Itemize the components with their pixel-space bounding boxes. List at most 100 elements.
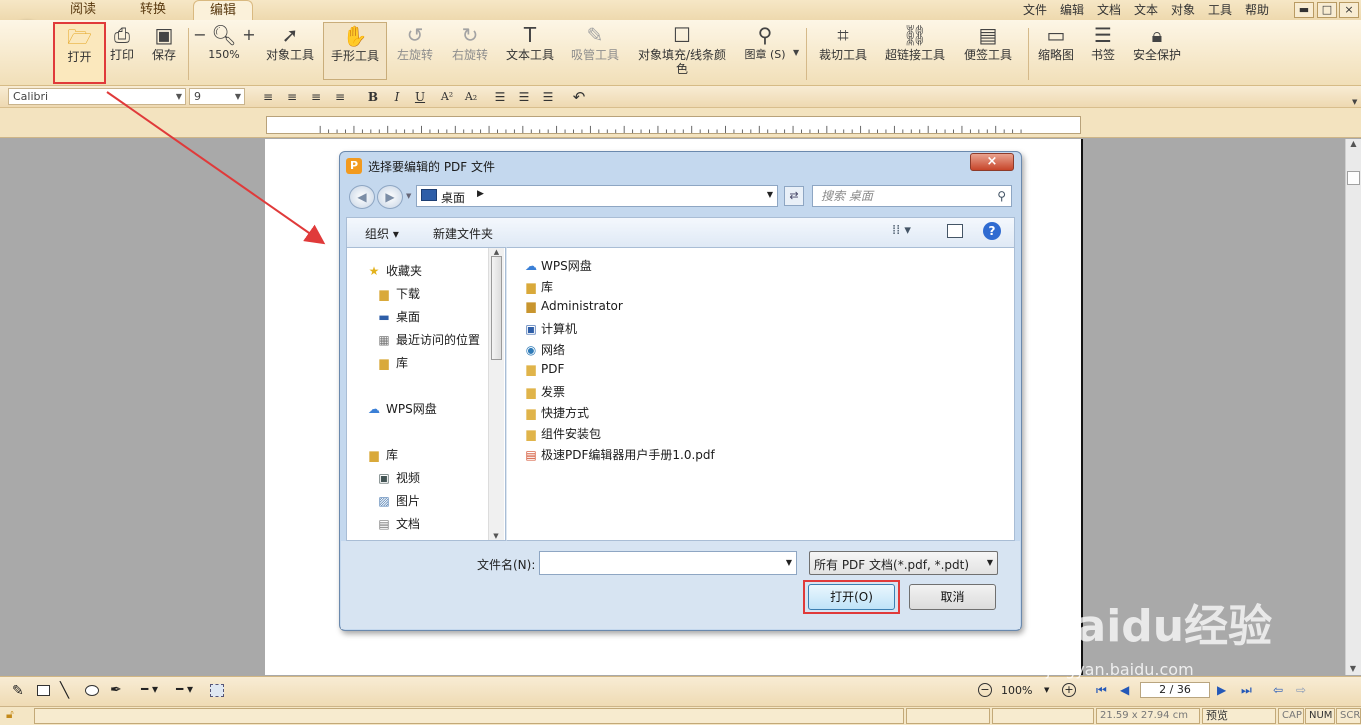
zoom-percent[interactable]: 100% (1001, 684, 1032, 697)
nav-libraries[interactable]: ▆ 库 (366, 446, 398, 463)
menu-document[interactable]: 文档 (1097, 1, 1121, 18)
menu-file[interactable]: 文件 (1023, 1, 1047, 18)
zoom-in-button[interactable]: + (242, 22, 256, 82)
search-input[interactable]: 搜索 桌面 ⚲ (812, 185, 1012, 207)
line-width-select[interactable]: ━ ▾ (176, 682, 193, 696)
italic-button[interactable]: I (388, 88, 406, 106)
address-bar[interactable]: 桌面 ▶ ▼ (416, 185, 778, 207)
nav-downloads[interactable]: ▆ 下载 (376, 285, 420, 302)
vertical-scrollbar[interactable]: ▲ ▼ (1345, 139, 1361, 675)
nav-videos[interactable]: ▣ 视频 (376, 469, 420, 486)
line-icon[interactable]: ╲ (60, 681, 69, 699)
page-number-input[interactable]: 2 / 36 (1140, 682, 1210, 698)
security-button[interactable]: 🔒︎ 安全保护 (1132, 22, 1182, 82)
last-page-icon[interactable]: ⏭ (1241, 683, 1252, 698)
menu-object[interactable]: 对象 (1171, 1, 1195, 18)
new-folder-button[interactable]: 新建文件夹 (433, 225, 493, 242)
rotate-left-button[interactable]: ↺ 左旋转 (394, 22, 436, 82)
scroll-thumb[interactable] (1347, 171, 1360, 185)
forward-button[interactable]: ▶ (377, 185, 403, 209)
file-item[interactable]: ◉ 网络 (523, 341, 565, 358)
scroll-down-icon[interactable]: ▼ (1346, 664, 1360, 673)
nav-favorites[interactable]: ★ 收藏夹 (366, 262, 422, 279)
underline-button[interactable]: U (411, 88, 429, 106)
zoom-out-button[interactable]: − (193, 22, 207, 82)
pen-icon[interactable]: ✒ (110, 682, 122, 698)
thumbnail-button[interactable]: ▭ 缩略图 (1036, 22, 1076, 82)
align-center-button[interactable]: ≡ (283, 88, 301, 106)
nav-library[interactable]: ▆ 库 (376, 354, 408, 371)
prev-page-icon[interactable]: ◀ (1120, 683, 1129, 697)
view-options-icon[interactable]: ⁞⁞ ▾ (892, 223, 911, 238)
crop-tool-button[interactable]: ⌗ 裁切工具 (816, 22, 870, 82)
stamp-dropdown-icon[interactable]: ▼ (793, 48, 799, 57)
align-right-button[interactable]: ≡ (307, 88, 325, 106)
zoom-in-icon[interactable]: + (1062, 683, 1076, 697)
open-button[interactable]: 🗁 打开 (53, 22, 106, 84)
zoom-control[interactable]: 🔍︎ 150% (206, 22, 242, 82)
file-item[interactable]: ▤ 极速PDF编辑器用户手册1.0.pdf (523, 446, 714, 463)
bookmark-button[interactable]: ☰ 书签 (1088, 22, 1118, 82)
hand-tool-button[interactable]: ✋ 手形工具 (323, 22, 387, 80)
file-item[interactable]: ▆ 库 (523, 278, 553, 295)
ellipse-icon[interactable] (85, 685, 99, 696)
back-view-icon[interactable]: ⇦ (1273, 683, 1283, 697)
maximize-button[interactable]: □ (1317, 2, 1337, 18)
object-tool-button[interactable]: ➚ 对象工具 (262, 22, 318, 82)
preview-pane-icon[interactable] (947, 224, 963, 238)
tab-convert[interactable]: 转换 (128, 0, 178, 20)
line-spacing-2-button[interactable]: ☰ (515, 88, 533, 106)
justify-button[interactable]: ≡ (331, 88, 349, 106)
dialog-open-button[interactable]: 打开(O) (808, 584, 895, 610)
chevron-down-icon[interactable]: ▼ (786, 558, 792, 567)
file-item[interactable]: ☁ WPS网盘 (523, 257, 592, 274)
line-spacing-3-button[interactable]: ☰ (539, 88, 557, 106)
history-dropdown-icon[interactable]: ▼ (406, 192, 411, 200)
text-tool-button[interactable]: T 文本工具 (503, 22, 557, 82)
filename-input[interactable]: ▼ (539, 551, 797, 575)
breadcrumb-chevron-icon[interactable]: ▶ (477, 189, 484, 199)
file-item[interactable]: ▆ PDF (523, 362, 564, 376)
dialog-close-button[interactable]: × (970, 153, 1014, 171)
stamp-button[interactable]: ⚲ 图章 (S) (742, 22, 788, 82)
tab-read[interactable]: 阅读 (58, 0, 108, 20)
dialog-cancel-button[interactable]: 取消 (909, 584, 996, 610)
rectangle-icon[interactable] (37, 685, 50, 696)
scroll-up-icon[interactable]: ▲ (1346, 139, 1361, 151)
print-button[interactable]: ⎙ 打印 (107, 22, 137, 82)
file-item[interactable]: ▣ 计算机 (523, 320, 577, 337)
note-tool-button[interactable]: ▤ 便签工具 (962, 22, 1014, 82)
subscript-button[interactable]: A₂ (460, 88, 482, 106)
nav-desktop[interactable]: ▬ 桌面 (376, 308, 420, 325)
next-page-icon[interactable]: ▶ (1217, 683, 1226, 697)
superscript-button[interactable]: A² (436, 88, 458, 106)
address-dropdown-icon[interactable]: ▼ (767, 190, 773, 199)
minimize-button[interactable]: ▬ (1294, 2, 1314, 18)
refresh-button[interactable]: ⇄ (784, 186, 804, 206)
nav-pictures[interactable]: ▨ 图片 (376, 492, 420, 509)
menu-text[interactable]: 文本 (1134, 1, 1158, 18)
menu-help[interactable]: 帮助 (1245, 1, 1269, 18)
organize-button[interactable]: 组织 ▾ (365, 225, 399, 242)
nav-wps-cloud[interactable]: ☁ WPS网盘 (366, 400, 437, 417)
zoom-dropdown-icon[interactable]: ▼ (1044, 686, 1049, 694)
file-item[interactable]: ▆ Administrator (523, 299, 622, 313)
help-icon[interactable]: ? (983, 222, 1001, 240)
file-item[interactable]: ▆ 快捷方式 (523, 404, 589, 421)
selection-icon[interactable] (210, 684, 224, 697)
filetype-select[interactable]: 所有 PDF 文档(*.pdf, *.pdt) ▼ (809, 551, 998, 575)
bold-button[interactable]: B (364, 88, 382, 106)
file-item[interactable]: ▆ 发票 (523, 383, 565, 400)
align-left-button[interactable]: ≡ (259, 88, 277, 106)
scroll-down-icon[interactable]: ▼ (489, 532, 503, 540)
nav-recent[interactable]: ▦ 最近访问的位置 (376, 331, 480, 348)
nav-documents[interactable]: ▤ 文档 (376, 515, 420, 532)
line-spacing-1-button[interactable]: ☰ (491, 88, 509, 106)
font-size-select[interactable]: 9 ▼ (189, 88, 245, 105)
file-item[interactable]: ▆ 组件安装包 (523, 425, 601, 442)
font-family-select[interactable]: Calibri ▼ (8, 88, 186, 105)
zoom-out-icon[interactable]: − (978, 683, 992, 697)
pencil-icon[interactable]: ✎ (12, 683, 24, 699)
rotate-right-button[interactable]: ↻ 右旋转 (449, 22, 491, 82)
line-style-select[interactable]: ━ ▾ (141, 682, 158, 696)
